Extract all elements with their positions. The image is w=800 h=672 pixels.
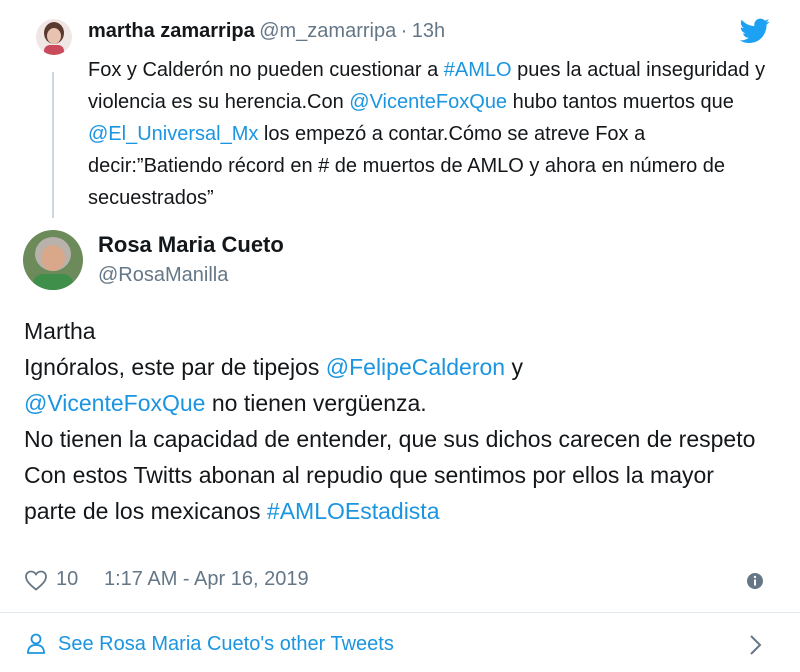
heart-icon	[24, 569, 48, 591]
tweet-timestamp[interactable]: 1:17 AM - Apr 16, 2019	[104, 568, 309, 591]
thread-line	[52, 72, 54, 218]
reply-text-link[interactable]: @VicenteFoxQue	[349, 91, 507, 113]
info-icon[interactable]	[746, 572, 764, 590]
main-avatar[interactable]	[23, 230, 83, 290]
reply-text-segment: Fox y Calderón no pueden cuestionar a	[88, 59, 444, 81]
reply-text-link[interactable]: #AMLO	[444, 59, 512, 81]
main-text-segment: y	[511, 354, 523, 380]
reply-text: Fox y Calderón no pueden cuestionar a #A…	[88, 54, 778, 214]
reply-author-name[interactable]: martha zamarripa	[88, 20, 255, 42]
reply-text-segment: hubo tantos muertos que	[507, 91, 734, 113]
reply-text-link[interactable]: @El_Universal_Mx	[88, 123, 258, 145]
main-author-handle[interactable]: @RosaManilla	[98, 264, 228, 287]
reply-header: martha zamarripa @m_zamarripa · 13h	[88, 20, 445, 43]
person-icon	[26, 633, 46, 655]
main-text-link[interactable]: @FelipeCalderon	[326, 354, 505, 380]
main-text-link[interactable]: @VicenteFoxQue	[24, 390, 205, 416]
main-tweet-text: Martha Ignóralos, este par de tipejos @F…	[24, 313, 769, 529]
reply-author-handle[interactable]: @m_zamarripa	[259, 20, 396, 42]
reply-separator: ·	[400, 20, 408, 42]
chevron-right-icon	[748, 633, 764, 657]
twitter-logo-icon[interactable]	[739, 18, 770, 44]
main-text-segment: Martha Ignóralos, este par de tipejos	[24, 318, 320, 380]
reply-avatar[interactable]	[36, 19, 72, 55]
like-button[interactable]: 10	[24, 568, 78, 591]
main-author-name[interactable]: Rosa Maria Cueto	[98, 232, 284, 258]
main-text-link[interactable]: #AMLOEstadista	[267, 498, 440, 524]
see-other-tweets-label: See Rosa Maria Cueto's other Tweets	[58, 633, 394, 655]
like-count: 10	[56, 568, 79, 590]
reply-time[interactable]: 13h	[412, 20, 445, 42]
see-other-tweets-link[interactable]: See Rosa Maria Cueto's other Tweets	[0, 613, 800, 672]
